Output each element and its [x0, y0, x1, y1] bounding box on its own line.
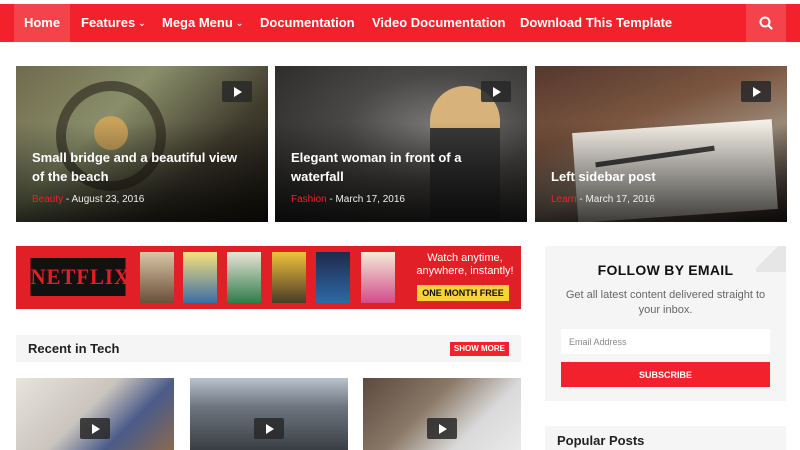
featured-post-3[interactable]: Left sidebar post Learn - March 17, 2016 [535, 66, 787, 222]
movie-poster [272, 252, 306, 303]
featured-post-title[interactable]: Left sidebar post [551, 167, 771, 186]
play-icon[interactable] [254, 418, 284, 439]
post-date: August 23, 2016 [71, 194, 145, 205]
movie-poster [227, 252, 261, 303]
tech-post-thumbnail[interactable] [190, 378, 348, 450]
recent-in-tech-header: Recent in Tech SHOW MORE [16, 335, 521, 362]
widget-description: Get all latest content delivered straigh… [565, 289, 766, 316]
play-icon[interactable] [80, 418, 110, 439]
chevron-down-icon: ⌄ [235, 18, 244, 28]
movie-poster [183, 252, 217, 303]
subscribe-button[interactable]: SUBSCRIBE [561, 362, 770, 387]
banner-tagline: Watch anytime, anywhere, instantly! [416, 252, 514, 277]
featured-post-meta: Beauty - August 23, 2016 [32, 194, 145, 205]
movie-poster [140, 252, 174, 303]
search-button[interactable] [746, 4, 786, 42]
featured-post-title[interactable]: Elegant woman in front of a waterfall [291, 148, 511, 186]
post-date: March 17, 2016 [585, 194, 655, 205]
nav-download-template[interactable]: Download This Template [520, 4, 672, 42]
tech-post-thumbnail[interactable] [363, 378, 521, 450]
main-navbar: Home Features ⌄ Mega Menu ⌄ Documentation … [0, 4, 800, 42]
popular-posts-widget: Popular Posts [545, 426, 786, 450]
featured-post-1[interactable]: Small bridge and a beautiful view of the… [16, 66, 268, 222]
show-more-button[interactable]: SHOW MORE [449, 342, 509, 356]
featured-post-title[interactable]: Small bridge and a beautiful view of the… [32, 148, 252, 186]
post-category[interactable]: Beauty [32, 194, 63, 205]
widget-title: Popular Posts [557, 433, 645, 448]
netflix-ad-banner[interactable]: NETFLIX Watch anytime, anywhere, instant… [16, 246, 521, 309]
search-icon [759, 16, 773, 30]
chevron-down-icon: ⌄ [138, 18, 146, 28]
play-icon[interactable] [741, 81, 771, 102]
email-field[interactable] [561, 329, 770, 354]
nav-video-documentation[interactable]: Video Documentation [372, 4, 505, 42]
banner-cta-button[interactable]: ONE MONTH FREE [417, 285, 509, 301]
netflix-logo: NETFLIX [30, 258, 129, 296]
widget-title: FOLLOW BY EMAIL [597, 262, 734, 278]
nav-home[interactable]: Home [14, 4, 70, 42]
post-category[interactable]: Fashion [291, 194, 327, 205]
nav-features[interactable]: Features ⌄ [81, 4, 146, 42]
tech-post-thumbnail[interactable] [16, 378, 174, 450]
featured-post-meta: Learn - March 17, 2016 [551, 194, 655, 205]
featured-post-2[interactable]: Elegant woman in front of a waterfall Fa… [275, 66, 527, 222]
nav-mega-menu-label: Mega Menu [162, 15, 233, 30]
movie-poster [361, 252, 395, 303]
play-icon[interactable] [222, 81, 252, 102]
section-title: Recent in Tech [28, 341, 120, 356]
play-icon[interactable] [481, 81, 511, 102]
nav-features-label: Features [81, 15, 136, 30]
movie-poster [316, 252, 350, 303]
nav-documentation[interactable]: Documentation [260, 4, 355, 42]
post-category[interactable]: Learn [551, 194, 577, 205]
follow-by-email-widget: FOLLOW BY EMAIL Get all latest content d… [545, 246, 786, 401]
nav-mega-menu[interactable]: Mega Menu ⌄ [162, 4, 243, 42]
play-icon[interactable] [427, 418, 457, 439]
featured-post-meta: Fashion - March 17, 2016 [291, 194, 405, 205]
post-date: March 17, 2016 [335, 194, 405, 205]
